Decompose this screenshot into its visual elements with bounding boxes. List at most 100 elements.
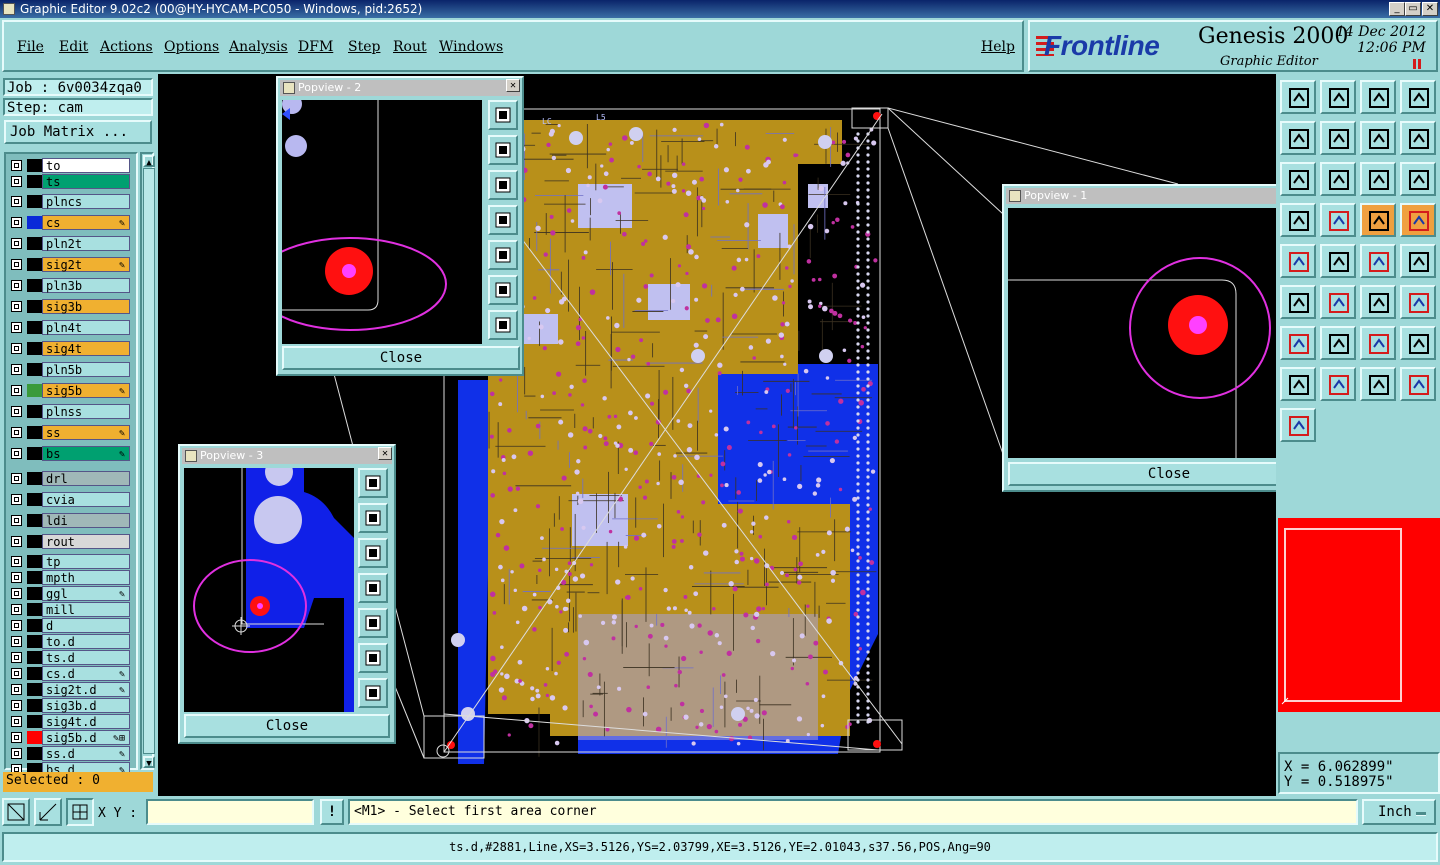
layer-color-swatch[interactable] [27,195,42,208]
layer-color-swatch[interactable] [27,175,42,188]
layer-row-plnss[interactable]: plnss [8,404,130,419]
layer-row-pln5b[interactable]: pln5b [8,362,130,377]
arch-icon[interactable] [1400,326,1436,360]
menu-dfm[interactable]: DFM [298,39,333,55]
layer-name[interactable]: cvia [42,492,130,507]
layer-checkbox[interactable] [11,572,22,583]
layer-checkbox[interactable] [11,473,22,484]
popview-3-view[interactable] [184,468,354,712]
pencil-icon[interactable] [1400,244,1436,278]
layer-name[interactable]: sig4t [42,341,130,356]
layer-name[interactable]: pln4t [42,320,130,335]
arch3-icon[interactable] [1320,367,1356,401]
layer-checkbox[interactable] [11,217,22,228]
exclaim-button[interactable]: ! [320,799,344,825]
layer-checkbox[interactable] [11,732,22,743]
overview-map[interactable] [1278,518,1440,712]
layer-color-swatch[interactable] [27,571,42,584]
layer-row-sig5b[interactable]: sig5b ✎ [8,383,130,398]
layer-name[interactable]: d [42,618,130,633]
layer-name[interactable]: sig2t.d ✎ [42,682,130,697]
layer-checkbox[interactable] [11,343,22,354]
layer-color-swatch[interactable] [27,493,42,506]
scroll-down-icon[interactable]: ▼ [143,756,155,769]
home-down-icon[interactable] [1320,80,1356,114]
zoom-left-icon[interactable] [358,573,388,603]
layer-name[interactable]: ggl ✎ [42,586,130,601]
layer-row-sig2t[interactable]: sig2t ✎ [8,257,130,272]
grid-icon[interactable] [1280,203,1316,237]
layer-checkbox[interactable] [11,652,22,663]
zoom-fit-icon[interactable] [488,275,518,305]
layer-color-swatch[interactable] [27,747,42,760]
frame-icon[interactable] [1400,285,1436,319]
layer-row-pln3b[interactable]: pln3b [8,278,130,293]
layer-name[interactable]: sig5b ✎ [42,383,130,398]
layer-checkbox[interactable] [11,716,22,727]
zoom-up-icon[interactable] [488,135,518,165]
one-two-icon[interactable] [1360,162,1396,196]
zoom-down-icon[interactable] [488,170,518,200]
layer-row-plncs[interactable]: plncs [8,194,130,209]
layer-color-swatch[interactable] [27,699,42,712]
layer-color-swatch[interactable] [27,216,42,229]
popview-1-close-button[interactable]: Close [1008,462,1276,486]
popview-2-view[interactable] [282,100,482,344]
layer-name[interactable]: ldi [42,513,130,528]
popview-2-close-icon[interactable]: ✕ [506,79,520,92]
line-icon[interactable] [1320,285,1356,319]
layer-name[interactable]: plnss [42,404,130,419]
layer-color-swatch[interactable] [27,300,42,313]
layer-row-mill[interactable]: mill [8,602,130,617]
zoom-left-icon[interactable] [488,205,518,235]
center-icon[interactable] [1320,162,1356,196]
fit-icon[interactable] [1280,162,1316,196]
layer-checkbox[interactable] [11,494,22,505]
layer-checkbox[interactable] [11,620,22,631]
panel-icon[interactable] [1400,80,1436,114]
popup-icon[interactable] [488,100,518,130]
swap-icon[interactable] [1360,121,1396,155]
layer-checkbox[interactable] [11,748,22,759]
layer-row-to-d[interactable]: to.d [8,634,130,649]
zoom-up-icon[interactable] [358,503,388,533]
arch2-icon[interactable] [1280,367,1316,401]
layer-color-swatch[interactable] [27,258,42,271]
layer-name[interactable]: tp [42,554,130,569]
layer-color-swatch[interactable] [27,731,42,744]
layer-checkbox[interactable] [11,280,22,291]
unit-selector[interactable]: Inch [1362,799,1436,825]
layer-name[interactable]: mill [42,602,130,617]
zoom-center-icon[interactable] [488,310,518,340]
layer-name[interactable]: bs ✎ [42,446,130,461]
popview-3-close-icon[interactable]: ✕ [378,447,392,460]
pin-red-icon[interactable] [1360,203,1396,237]
home-up-icon[interactable] [1280,80,1316,114]
layer-name[interactable]: plncs [42,194,130,209]
xy-input[interactable] [146,799,314,825]
layer-name[interactable]: sig4t.d [42,714,130,729]
layer-checkbox[interactable] [11,427,22,438]
ruler-icon[interactable] [1280,244,1316,278]
layer-row-ldi[interactable]: ldi [8,513,130,528]
layer-checkbox[interactable] [11,668,22,679]
layer-name[interactable]: ss ✎ [42,425,130,440]
layer-name[interactable]: cs.d ✎ [42,666,130,681]
snap-button[interactable] [34,798,62,826]
menu-step[interactable]: Step [348,39,380,55]
layer-color-swatch[interactable] [27,405,42,418]
layer-row-ggl[interactable]: ggl ✎ [8,586,130,601]
layer-row-sig5b-d[interactable]: sig5b.d ✎⊞ [8,730,130,745]
dot-icon[interactable] [1320,244,1356,278]
arc-icon[interactable] [1360,285,1396,319]
layer-checkbox[interactable] [11,301,22,312]
layer-color-swatch[interactable] [27,363,42,376]
layer-name[interactable]: to.d [42,634,130,649]
zoom-area-button[interactable] [2,798,30,826]
layer-checkbox[interactable] [11,604,22,615]
popup-icon[interactable] [358,468,388,498]
layer-row-mpth[interactable]: mpth [8,570,130,585]
layer-row-sig4t[interactable]: sig4t [8,341,130,356]
menu-file[interactable]: File [17,39,44,55]
layer-checkbox[interactable] [11,700,22,711]
